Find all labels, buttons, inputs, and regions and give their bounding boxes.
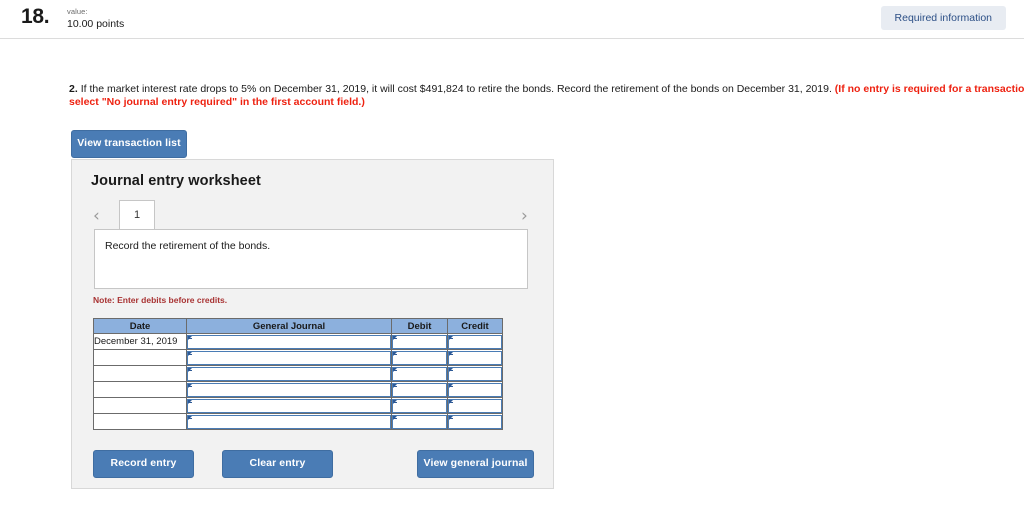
- credit-input[interactable]: [448, 334, 502, 349]
- record-entry-button[interactable]: Record entry: [93, 450, 194, 478]
- debit-input[interactable]: [392, 414, 447, 429]
- debit-input[interactable]: [392, 382, 447, 397]
- cell-date: [93, 349, 187, 366]
- cell-credit: [447, 413, 503, 430]
- worksheet-title: Journal entry worksheet: [91, 173, 261, 189]
- chevron-right-icon[interactable]: ›: [521, 208, 528, 225]
- view-general-journal-button[interactable]: View general journal: [417, 450, 534, 478]
- column-header-general-journal: General Journal: [186, 318, 392, 334]
- credit-input[interactable]: [448, 414, 502, 429]
- column-header-credit: Credit: [447, 318, 503, 334]
- cell-date: [93, 365, 187, 382]
- debit-input[interactable]: [392, 398, 447, 413]
- instruction-text: Record the retirement of the bonds.: [105, 240, 271, 252]
- cell-credit: [447, 333, 503, 350]
- cell-debit: [391, 365, 448, 382]
- cell-general-journal: [186, 333, 392, 350]
- cell-debit: [391, 397, 448, 414]
- cell-debit: [391, 413, 448, 430]
- cell-credit: [447, 397, 503, 414]
- cell-date: [93, 413, 187, 430]
- cell-debit: [391, 333, 448, 350]
- question-marker: 2.: [69, 83, 78, 95]
- debits-before-credits-note: Note: Enter debits before credits.: [93, 295, 228, 305]
- view-transaction-list-button[interactable]: View transaction list: [71, 130, 187, 158]
- cell-credit: [447, 381, 503, 398]
- general-journal-input[interactable]: [187, 366, 391, 381]
- question-number: 18.: [21, 5, 50, 28]
- table-row: [93, 397, 503, 414]
- worksheet-pager: ‹ 1 ›: [72, 200, 555, 229]
- column-header-date: Date: [93, 318, 187, 334]
- table-header-row: Date General Journal Debit Credit: [93, 318, 503, 334]
- table-row: [93, 381, 503, 398]
- debit-input[interactable]: [392, 350, 447, 365]
- question-value-block: value: 10.00 points: [67, 7, 125, 30]
- table-row: [93, 413, 503, 430]
- cell-credit: [447, 365, 503, 382]
- cell-credit: [447, 349, 503, 366]
- clear-entry-button[interactable]: Clear entry: [222, 450, 333, 478]
- cell-general-journal: [186, 365, 392, 382]
- question-header-bar: 18. value: 10.00 points Required informa…: [0, 0, 1024, 39]
- exercise-page: 18. value: 10.00 points Required informa…: [0, 0, 1024, 529]
- cell-general-journal: [186, 381, 392, 398]
- general-journal-input[interactable]: [187, 350, 391, 365]
- value-label: value:: [67, 7, 88, 16]
- cell-debit: [391, 381, 448, 398]
- cell-date: [93, 397, 187, 414]
- cell-debit: [391, 349, 448, 366]
- worksheet-tab-1[interactable]: 1: [119, 200, 155, 229]
- cell-date: December 31, 2019: [93, 333, 187, 350]
- cell-general-journal: [186, 397, 392, 414]
- question-body: If the market interest rate drops to 5% …: [80, 83, 832, 95]
- debit-input[interactable]: [392, 334, 447, 349]
- column-header-debit: Debit: [391, 318, 448, 334]
- journal-entry-worksheet-panel: Journal entry worksheet ‹ 1 › Record the…: [71, 159, 554, 489]
- credit-input[interactable]: [448, 366, 502, 381]
- general-journal-input[interactable]: [187, 398, 391, 413]
- cell-date: [93, 381, 187, 398]
- general-journal-input[interactable]: [187, 382, 391, 397]
- table-row: December 31, 2019: [93, 333, 503, 350]
- cell-general-journal: [186, 349, 392, 366]
- table-row: [93, 365, 503, 382]
- question-text: 2. If the market interest rate drops to …: [69, 83, 1024, 109]
- credit-input[interactable]: [448, 382, 502, 397]
- credit-input[interactable]: [448, 350, 502, 365]
- journal-entry-table: Date General Journal Debit Credit Decemb…: [93, 318, 503, 430]
- required-information-badge[interactable]: Required information: [880, 6, 1006, 30]
- debit-input[interactable]: [392, 366, 447, 381]
- cell-general-journal: [186, 413, 392, 430]
- chevron-left-icon[interactable]: ‹: [93, 208, 100, 225]
- journal-table-body: December 31, 2019: [93, 333, 503, 430]
- credit-input[interactable]: [448, 398, 502, 413]
- general-journal-input[interactable]: [187, 414, 391, 429]
- general-journal-input[interactable]: [187, 334, 391, 349]
- value-points: 10.00 points: [67, 17, 125, 30]
- table-row: [93, 349, 503, 366]
- instruction-panel: Record the retirement of the bonds.: [94, 229, 528, 289]
